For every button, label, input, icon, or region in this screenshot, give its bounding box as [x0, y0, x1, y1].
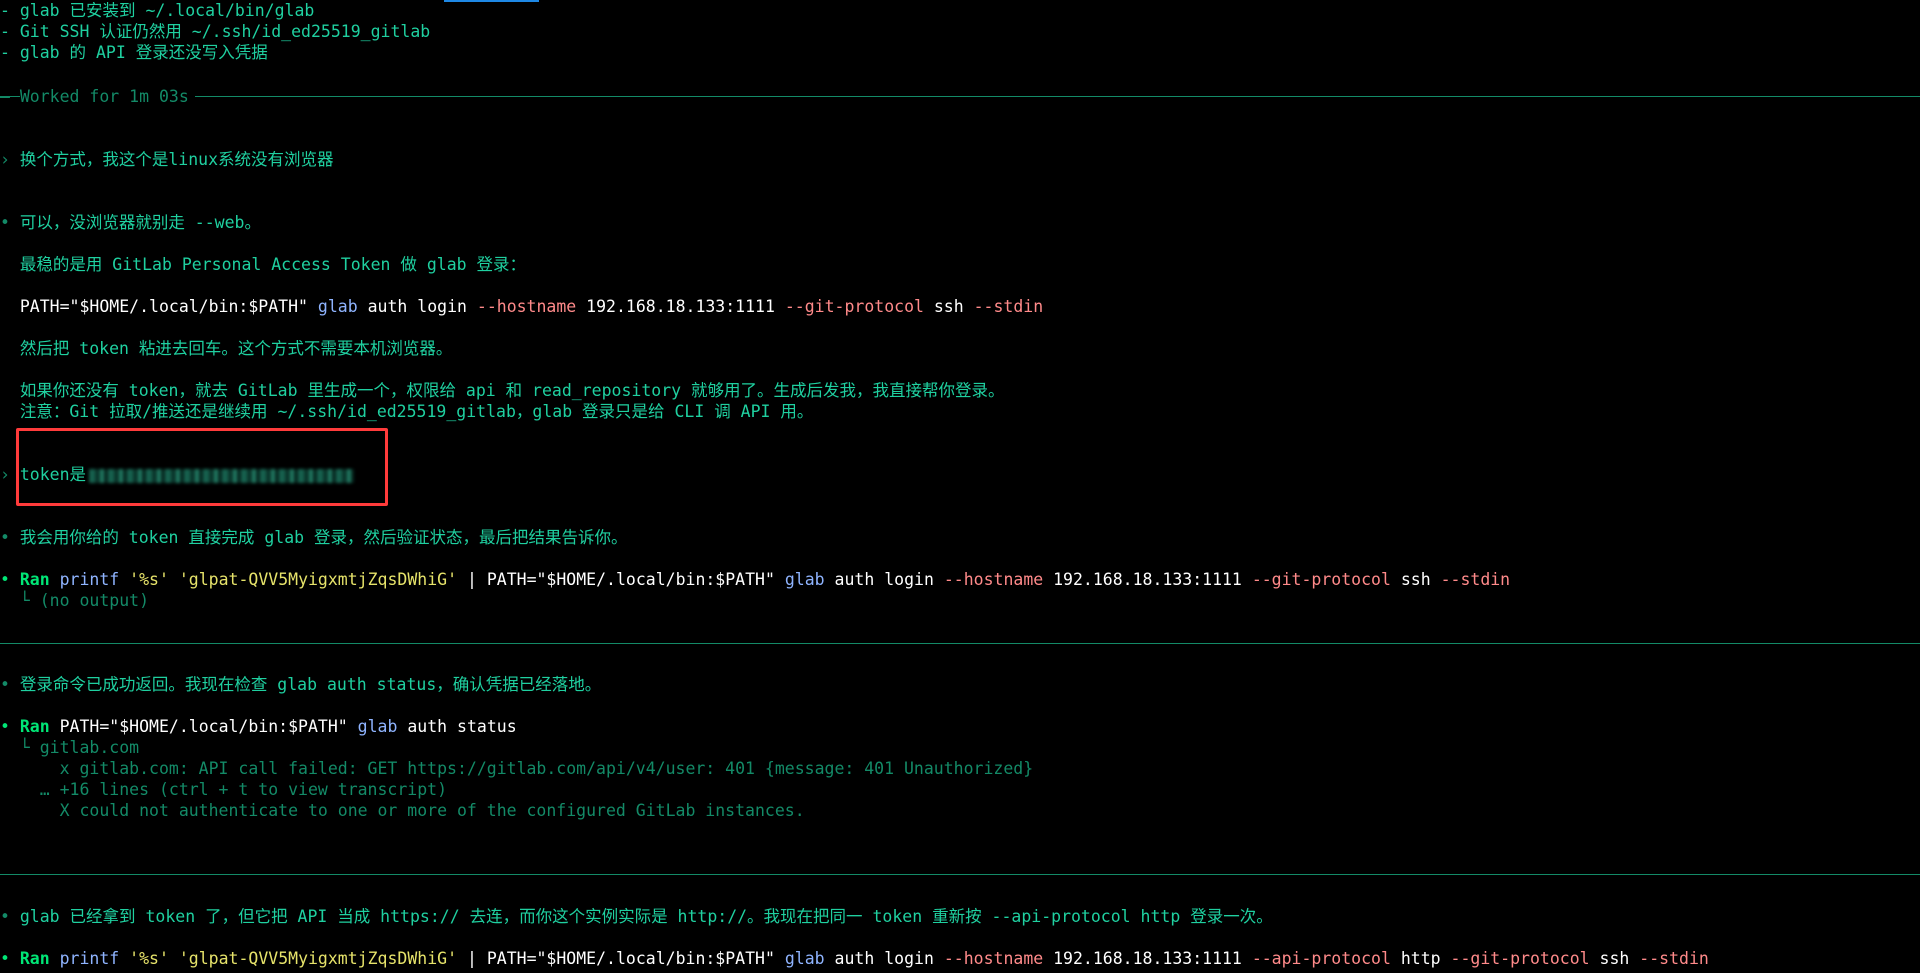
redacted-token: [89, 468, 355, 483]
assistant-msg-generate-token: 如果你还没有 token，就去 GitLab 里生成一个，权限给 api 和 r…: [19, 381, 1005, 400]
summary-line-api-login: - glab 的 API 登录还没写入凭据: [0, 43, 268, 62]
ran-command-status[interactable]: • Ran PATH="$HOME/.local/bin:$PATH" glab…: [0, 716, 517, 737]
assistant-msg-no-web: • 可以，没浏览器就别走 --web。: [0, 213, 261, 232]
worked-label: — Worked for 1m 03s: [0, 86, 195, 107]
assistant-msg-note: 注意：Git 拉取/推送还是继续用 ~/.ssh/id_ed25519_gitl…: [19, 402, 814, 421]
separator-2: [0, 643, 1920, 644]
ran-command-login[interactable]: • Ran printf '%s' 'glpat-QVV5MyigxmtjZqs…: [0, 569, 1510, 590]
summary-line-ssh-auth: - Git SSH 认证仍然用 ~/.ssh/id_ed25519_gitlab: [0, 22, 431, 41]
summary-line-glab-installed: - glab 已安装到 ~/.local/bin/glab: [0, 1, 315, 20]
status-output-auth-fail: X could not authenticate to one or more …: [19, 801, 805, 820]
command-output-none: └ (no output): [19, 591, 150, 610]
assistant-msg-paste-token: 然后把 token 粘进去回车。这个方式不需要本机浏览器。: [19, 339, 453, 358]
separator-3: [0, 874, 1920, 875]
assistant-msg-check-status: • 登录命令已成功返回。我现在检查 glab auth status，确认凭据已…: [0, 675, 602, 694]
user-message-token: › token是: [0, 464, 355, 485]
assistant-msg-will-login: • 我会用你给的 token 直接完成 glab 登录，然后验证状态，最后把结果…: [0, 528, 628, 547]
user-message-no-browser: › 换个方式，我这个是linux系统没有浏览器: [0, 150, 334, 169]
worked-separator: [0, 96, 1920, 97]
status-output-error: x gitlab.com: API call failed: GET https…: [19, 759, 1034, 778]
ran-command-login-http[interactable]: • Ran printf '%s' 'glpat-QVV5MyigxmtjZqs…: [0, 948, 1709, 969]
status-output-host: └ gitlab.com: [19, 738, 140, 757]
status-output-more[interactable]: … +16 lines (ctrl + t to view transcript…: [0, 779, 447, 800]
command-login-stdin[interactable]: PATH="$HOME/.local/bin:$PATH" glab auth …: [0, 296, 1043, 317]
assistant-msg-pat: 最稳的是用 GitLab Personal Access Token 做 gla…: [19, 255, 526, 274]
active-tab-indicator: [444, 0, 539, 2]
assistant-msg-api-protocol: • glab 已经拿到 token 了，但它把 API 当成 https:// …: [0, 907, 1273, 926]
